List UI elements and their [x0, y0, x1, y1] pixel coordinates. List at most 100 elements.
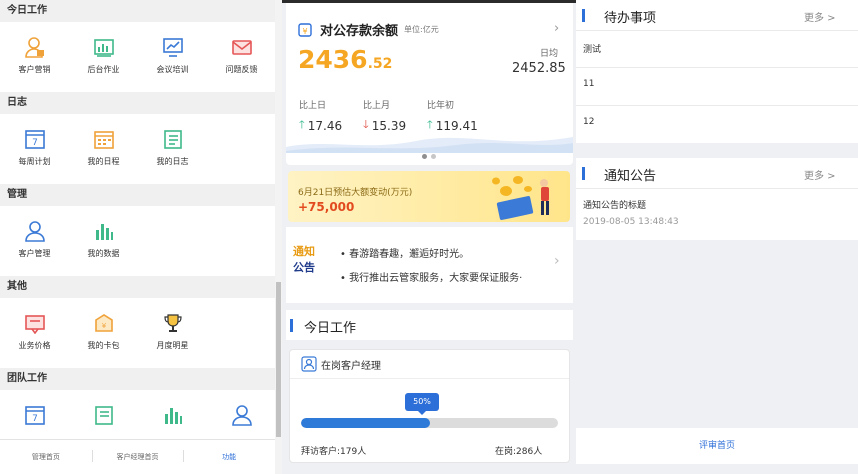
announcement-item-time: 2019-08-05 13:48:43: [583, 217, 679, 227]
on-duty-manager-card[interactable]: 在岗客户经理 50% 拜访客户:179人 在岗:286人: [289, 349, 570, 463]
customer-manage-item[interactable]: 客户管理: [0, 220, 69, 276]
manager-user-icon: [301, 356, 317, 372]
section-header: 其他: [0, 276, 282, 298]
tab-manager-home[interactable]: 客户经理首页: [91, 450, 184, 462]
log-list-icon: [163, 130, 182, 149]
my-log-item[interactable]: 我的日志: [138, 128, 207, 184]
announcement-item-title[interactable]: 通知公告的标题: [583, 198, 646, 211]
forecast-banner[interactable]: 6月21日预估大额变动(万元) +75,000: [288, 171, 570, 222]
notice-logo-line2: 公告: [293, 261, 315, 274]
notice-ticker[interactable]: 通知 公告 • 春游踏春趣，邂逅好时光。 • 我行推出云管家服务，大家要保证服务…: [286, 227, 573, 303]
todo-item[interactable]: 11: [583, 79, 594, 89]
banner-text: 6月21日预估大额变动(万元): [298, 188, 413, 198]
bar-chart-icon: [95, 224, 113, 240]
balance-amount-int: 2436: [298, 45, 368, 74]
divider: [576, 30, 858, 31]
section-header: 团队工作: [0, 368, 282, 390]
notice-logo: 通知 公告: [293, 244, 325, 282]
divider: [576, 188, 858, 189]
banner-value: +75,000: [298, 200, 355, 214]
section-grid: 客户营销 后台作业 会议培训 问题反馈: [0, 22, 282, 92]
customer-marketing-icon: [24, 37, 44, 58]
monthly-star-item[interactable]: 月度明星: [138, 312, 207, 368]
announcement-card: 通知公告 更多 > 通知公告的标题 2019-08-05 13:48:43: [576, 158, 858, 240]
schedule-calendar-icon: [93, 131, 114, 149]
weekly-calendar-icon: 7: [24, 406, 45, 425]
weekly-calendar-icon: 7: [24, 130, 45, 149]
section-grid: 客户管理 我的数据: [0, 206, 282, 276]
my-data-item[interactable]: 我的数据: [69, 220, 138, 276]
divider: [576, 105, 858, 106]
coins-illustration-icon: [492, 176, 549, 220]
todo-title: 待办事项: [604, 11, 657, 26]
announcement-more-link[interactable]: 更多 >: [804, 167, 836, 182]
bar-chart-icon: [164, 408, 182, 424]
customer-marketing-item[interactable]: 客户营销: [0, 36, 69, 92]
item-label: 问题反馈: [225, 65, 258, 74]
tab-management-home[interactable]: 管理首页: [0, 452, 92, 462]
svg-text:¥: ¥: [302, 27, 307, 36]
section-marker: [582, 9, 585, 22]
visit-count: 拜访客户:179人: [301, 447, 367, 457]
log-list-icon: [94, 406, 113, 425]
balance-title-row: ¥ 对公存款余额 单位:亿元: [298, 20, 439, 39]
card-wallet-item[interactable]: ¥ 我的卡包: [69, 312, 138, 368]
item-label: 客户营销: [18, 65, 51, 74]
daily-average-label: 日均: [540, 49, 559, 59]
business-price-item[interactable]: 业务价格: [0, 312, 69, 368]
notice-logo-line1: 通知: [293, 245, 315, 258]
todo-more-link[interactable]: 更多 >: [804, 9, 836, 24]
meeting-training-icon: [162, 38, 183, 57]
scrollbar-thumb[interactable]: [276, 282, 281, 437]
item-label: 我的日程: [87, 157, 120, 166]
todo-header: 待办事项 更多 >: [576, 0, 858, 30]
tab-functions[interactable]: 功能: [183, 450, 275, 462]
bottom-tab-bar: 管理首页 客户经理首页 功能: [0, 439, 275, 474]
section-header: 管理: [0, 184, 282, 206]
item-label: 我的日志: [156, 157, 189, 166]
item-label: 客户管理: [18, 249, 51, 258]
balance-amount: 2436.52: [298, 45, 392, 74]
item-label: 后台作业: [87, 65, 120, 74]
section-marker: [290, 319, 293, 332]
chevron-right-icon[interactable]: ›: [554, 21, 559, 36]
feedback-mail-icon: [231, 40, 252, 55]
section-grid: 业务价格 ¥ 我的卡包 月度明星: [0, 298, 282, 368]
todo-card: 待办事项 更多 > 测试 11 12: [576, 0, 858, 143]
todo-item[interactable]: 测试: [583, 42, 601, 55]
notice-line: • 我行推出云管家服务，大家要保证服务·: [340, 273, 523, 284]
balance-title: 对公存款余额: [320, 24, 399, 39]
backend-job-item[interactable]: 后台作业: [69, 36, 138, 92]
divider: [576, 67, 858, 68]
progress-bubble: 50%: [405, 393, 439, 415]
manager-card-title: 在岗客户经理: [321, 360, 381, 372]
svg-text:¥: ¥: [101, 322, 106, 330]
progress-fill: [301, 418, 430, 428]
section-header: 日志: [0, 92, 282, 114]
chevron-right-icon[interactable]: ›: [554, 253, 560, 269]
today-work-header: 今日工作: [286, 310, 573, 340]
section-header: 今日工作: [0, 0, 282, 22]
feedback-item[interactable]: 问题反馈: [207, 36, 276, 92]
wave-decoration: [286, 137, 573, 153]
meeting-training-item[interactable]: 会议培训: [138, 36, 207, 92]
carousel-dots: [422, 154, 440, 159]
balance-card[interactable]: ¥ 对公存款余额 单位:亿元 › 2436.52 日均 2452.85 比上日 …: [286, 3, 573, 165]
item-label: 每周计划: [18, 157, 51, 166]
customer-manage-icon: [24, 221, 45, 242]
svg-text:7: 7: [32, 138, 38, 148]
todo-item[interactable]: 12: [583, 117, 594, 127]
review-home-link[interactable]: 评审首页: [576, 428, 858, 464]
price-tag-icon: [24, 315, 45, 334]
compare-label: 比上月: [363, 101, 391, 111]
carousel-dot[interactable]: [431, 154, 436, 159]
my-schedule-item[interactable]: 我的日程: [69, 128, 138, 184]
item-label: 我的卡包: [87, 341, 120, 350]
carousel-dot[interactable]: [422, 154, 427, 159]
customer-manage-icon: [231, 405, 252, 426]
item-label: 月度明星: [156, 341, 189, 350]
item-label: 业务价格: [18, 341, 51, 350]
section-grid: 7 每周计划 我的日程 我的日志: [0, 114, 282, 184]
weekly-plan-item[interactable]: 7 每周计划: [0, 128, 69, 184]
backend-job-icon: [93, 39, 114, 57]
